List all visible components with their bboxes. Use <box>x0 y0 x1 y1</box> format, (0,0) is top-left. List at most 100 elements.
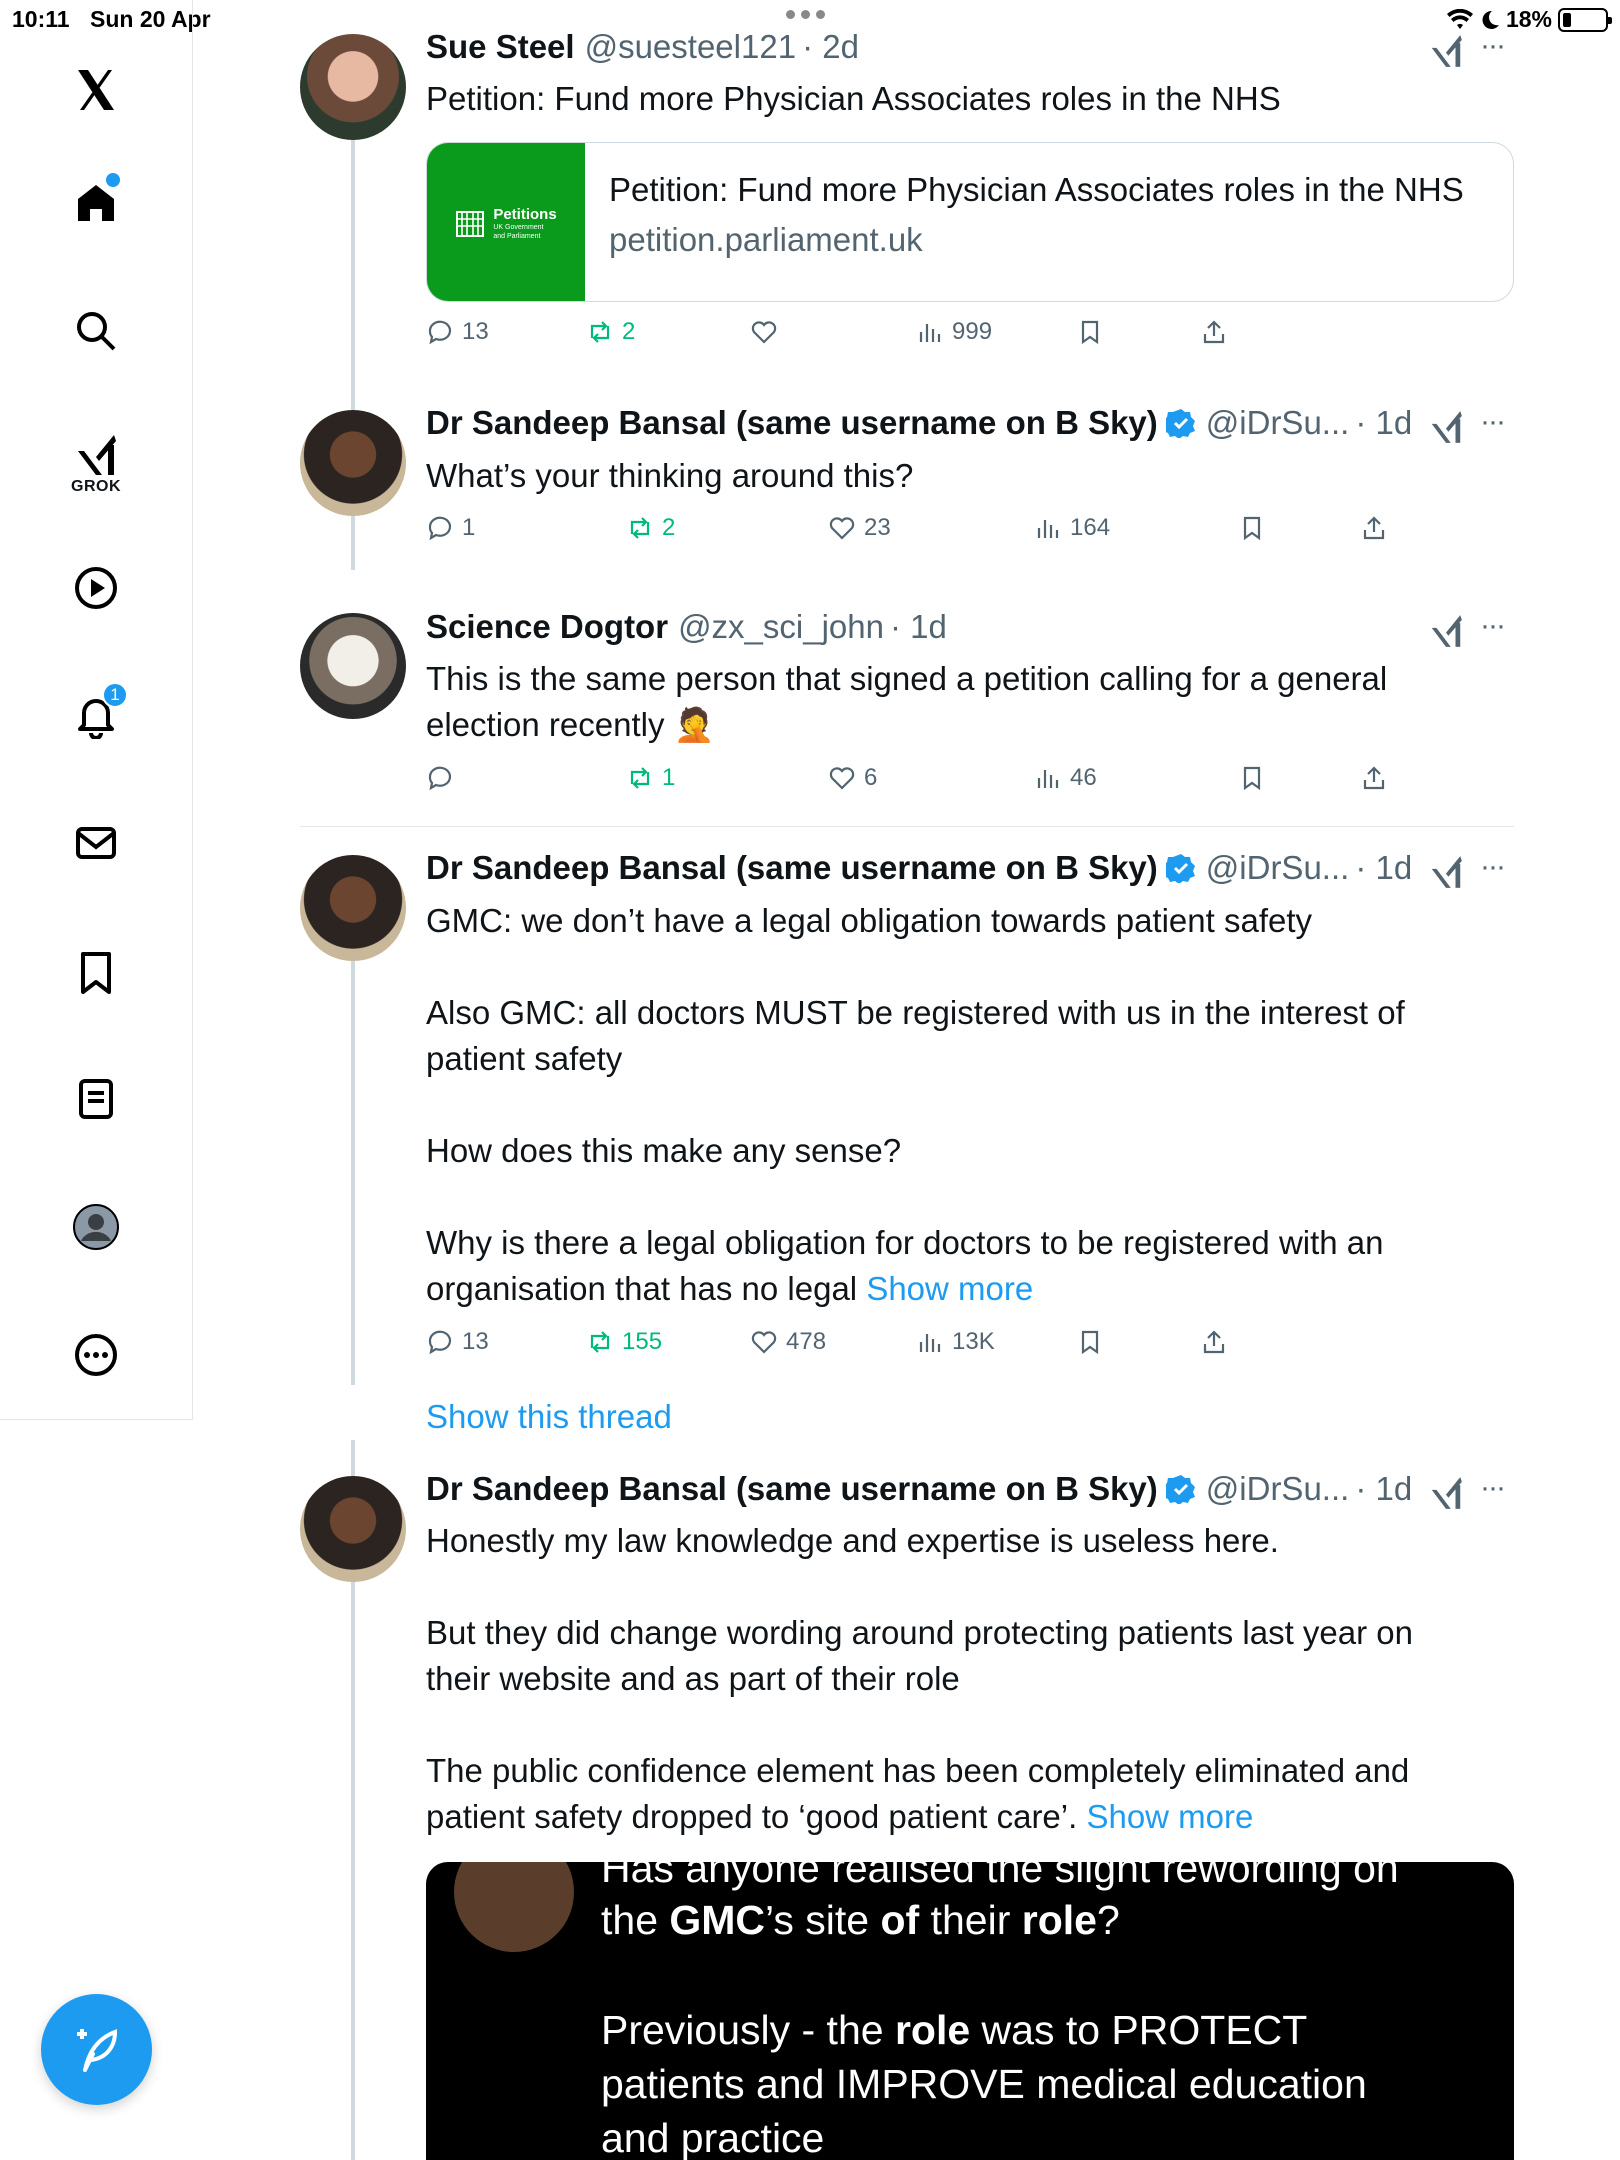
views-chart-icon <box>919 324 941 342</box>
more-options-icon[interactable]: ··· <box>1480 611 1514 641</box>
author-handle[interactable]: @iDrSu... <box>1206 1470 1350 1508</box>
home-icon[interactable] <box>61 168 131 238</box>
quoted-avatar <box>454 1862 574 1952</box>
bookmark-button[interactable] <box>1238 764 1266 792</box>
post-time[interactable]: · 1d <box>890 608 947 646</box>
show-more-link[interactable]: Show more <box>1086 1798 1253 1835</box>
divider <box>300 826 1514 827</box>
thread-connector <box>351 915 355 1385</box>
post-header: Sue Steel @suesteel121 · 2d <box>426 28 859 66</box>
more-options-icon[interactable]: ··· <box>1480 31 1514 61</box>
compose-post-button[interactable] <box>41 1994 152 2105</box>
bookmark-icon <box>1081 1330 1099 1355</box>
views-button[interactable]: 46 <box>1034 764 1097 792</box>
share-button[interactable] <box>1360 514 1388 542</box>
multitasking-dots-icon[interactable] <box>786 10 825 19</box>
views-button[interactable]: 164 <box>1034 514 1110 542</box>
bookmark-button[interactable] <box>1076 1328 1104 1356</box>
author-handle[interactable]: @suesteel121 <box>585 28 796 66</box>
post-time[interactable]: · 1d <box>1355 849 1412 887</box>
reply-button[interactable] <box>426 764 462 792</box>
post-text: GMC: we don’t have a legal obligation to… <box>426 898 1486 1312</box>
author-name[interactable]: Science Dogtor <box>426 608 668 646</box>
author-handle[interactable]: @iDrSu... <box>1206 404 1350 442</box>
link-preview-card[interactable]: Petitions UK Government and Parliament P… <box>426 142 1514 302</box>
verified-badge-icon <box>1165 1475 1195 1504</box>
like-count: 23 <box>864 514 891 541</box>
sidebar: GROK 1 <box>0 0 193 1420</box>
heart-icon <box>751 1331 777 1354</box>
post-time[interactable]: · 1d <box>1355 404 1412 442</box>
lists-icon[interactable] <box>61 1064 131 1134</box>
more-options-icon[interactable]: ··· <box>1480 1473 1514 1503</box>
repost-button[interactable]: 155 <box>586 1328 662 1356</box>
avatar[interactable] <box>300 613 406 719</box>
bookmark-button[interactable] <box>1238 514 1266 542</box>
x-logo-icon[interactable] <box>61 55 131 125</box>
views-button[interactable]: 13K <box>916 1328 995 1356</box>
image-text-line: patients and IMPROVE medical education <box>601 2061 1367 2107</box>
reply-button[interactable]: 1 <box>426 514 475 542</box>
avatar[interactable] <box>300 855 406 961</box>
video-play-icon[interactable] <box>61 553 131 623</box>
reply-icon <box>428 766 452 791</box>
post-body: GMC: we don’t have a legal obligation to… <box>426 902 1405 1307</box>
reply-count: 13 <box>462 1328 489 1355</box>
repost-button[interactable]: 2 <box>626 514 675 542</box>
like-button[interactable]: 6 <box>828 764 877 792</box>
notifications-bell-icon[interactable]: 1 <box>61 680 131 750</box>
like-button[interactable] <box>750 318 786 346</box>
repost-count: 155 <box>622 1328 663 1355</box>
profile-avatar-icon[interactable] <box>61 1192 131 1262</box>
author-name[interactable]: Dr Sandeep Bansal (same username on B Sk… <box>426 849 1158 887</box>
repost-button[interactable]: 1 <box>626 764 675 792</box>
share-button[interactable] <box>1360 764 1388 792</box>
repost-button[interactable]: 2 <box>586 318 635 346</box>
author-name[interactable]: Dr Sandeep Bansal (same username on B Sk… <box>426 404 1158 442</box>
more-options-icon[interactable] <box>61 1320 131 1390</box>
avatar[interactable] <box>300 410 406 516</box>
attached-screenshot-image[interactable]: Has anyone realised the slight rewording… <box>426 1862 1514 2160</box>
avatar[interactable] <box>300 1476 406 1582</box>
like-count: 6 <box>864 764 878 791</box>
reply-count: 13 <box>462 318 489 345</box>
grok-explain-icon[interactable] <box>1427 853 1465 891</box>
avatar[interactable] <box>300 34 406 140</box>
like-button[interactable]: 478 <box>750 1328 826 1356</box>
like-button[interactable]: 23 <box>828 514 891 542</box>
reply-button[interactable]: 13 <box>426 1328 489 1356</box>
bookmarks-icon[interactable] <box>61 937 131 1007</box>
reply-icon <box>428 1330 452 1355</box>
link-title: Petition: Fund more Physician Associates… <box>609 171 1464 208</box>
post-time[interactable]: · 2d <box>802 28 859 66</box>
post-time[interactable]: · 1d <box>1355 1470 1412 1508</box>
search-icon[interactable] <box>61 296 131 366</box>
bookmark-icon <box>1081 320 1099 345</box>
share-button[interactable] <box>1200 1328 1228 1356</box>
author-name[interactable]: Dr Sandeep Bansal (same username on B Sk… <box>426 1470 1158 1508</box>
show-this-thread-link[interactable]: Show this thread <box>426 1398 672 1436</box>
reply-icon <box>428 320 452 345</box>
grok-explain-icon[interactable] <box>1427 612 1465 650</box>
grok-explain-icon[interactable] <box>1427 408 1465 446</box>
author-handle[interactable]: @zx_sci_john <box>678 608 884 646</box>
grok-explain-icon[interactable] <box>1427 1474 1465 1512</box>
repost-icon <box>590 1331 610 1353</box>
reply-button[interactable]: 13 <box>426 318 489 346</box>
view-count: 13K <box>952 1328 995 1355</box>
author-handle[interactable]: @iDrSu... <box>1206 849 1350 887</box>
messages-envelope-icon[interactable] <box>61 808 131 878</box>
show-more-link[interactable]: Show more <box>866 1270 1033 1307</box>
bookmark-button[interactable] <box>1076 318 1104 346</box>
share-button[interactable] <box>1200 318 1228 346</box>
more-options-icon[interactable]: ··· <box>1480 407 1514 437</box>
post-text: What’s your thinking around this? <box>426 457 914 494</box>
grok-explain-icon[interactable] <box>1427 32 1465 70</box>
views-button[interactable]: 999 <box>916 318 992 346</box>
post-header: Science Dogtor @zx_sci_john · 1d <box>426 608 947 646</box>
post-header: Dr Sandeep Bansal (same username on B Sk… <box>426 404 1412 442</box>
wifi-icon <box>1446 8 1473 29</box>
more-options-icon[interactable]: ··· <box>1480 852 1514 882</box>
heart-icon <box>751 321 777 344</box>
author-name[interactable]: Sue Steel <box>426 28 575 66</box>
